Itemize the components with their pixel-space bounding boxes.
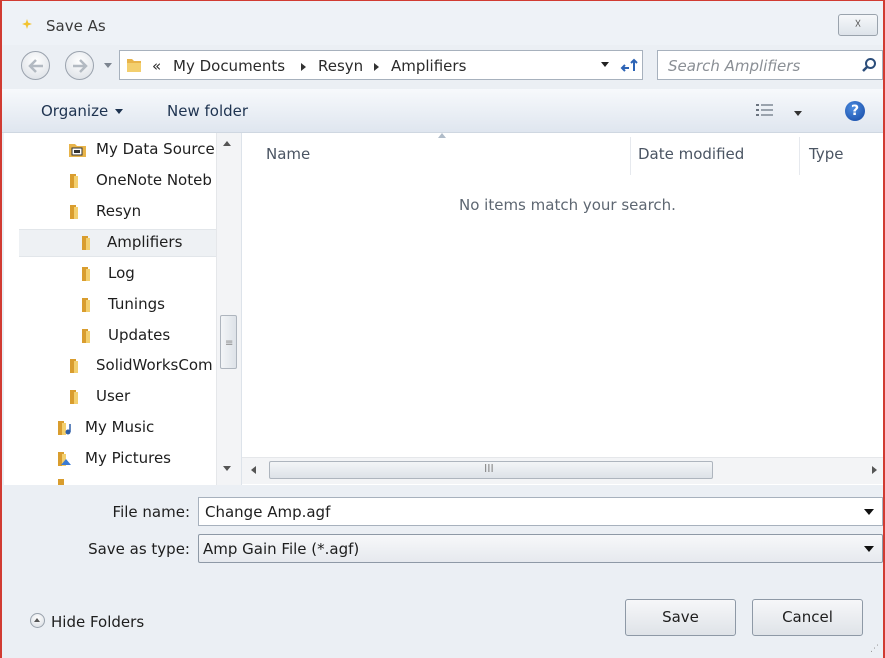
command-toolbar: Organize New folder ? <box>2 89 883 133</box>
views-icon[interactable] <box>756 103 774 117</box>
app-star-icon <box>22 19 32 29</box>
tree-item-label: Amplifiers <box>107 233 183 251</box>
hide-folders-label: Hide Folders <box>51 613 145 631</box>
folder-icon <box>58 479 64 485</box>
folder-icon <box>82 267 90 281</box>
tree-item-label: OneNote Noteb <box>96 171 212 189</box>
sort-indicator-icon <box>438 133 446 138</box>
chevron-down-icon[interactable] <box>864 509 874 515</box>
file-name-value[interactable]: Change Amp.agf <box>205 503 330 521</box>
scroll-up-icon[interactable] <box>223 141 231 146</box>
back-button[interactable] <box>21 51 50 80</box>
save-as-type-select[interactable]: Amp Gain File (*.agf) <box>198 534 883 563</box>
breadcrumb-resyn[interactable]: Resyn <box>318 57 363 75</box>
tree-item-user[interactable]: User <box>68 384 228 410</box>
file-list: Name Date modified Type No items match y… <box>242 133 883 485</box>
cancel-button[interactable]: Cancel <box>752 599 863 636</box>
back-arrow-icon <box>28 59 43 73</box>
breadcrumb-separator[interactable] <box>374 63 379 71</box>
search-input[interactable]: Search Amplifiers <box>668 57 800 75</box>
chevron-down-icon[interactable] <box>864 546 874 552</box>
tree-item-label: Updates <box>108 326 171 344</box>
file-name-label: File name: <box>112 503 190 521</box>
resize-grip-icon[interactable]: ⋰ <box>870 644 879 654</box>
tree-item-updates[interactable]: Updates <box>80 323 220 349</box>
tree-item-label: SolidWorksCom <box>96 356 213 374</box>
organize-label: Organize <box>41 102 109 120</box>
breadcrumb-separator[interactable] <box>301 63 306 71</box>
scroll-down-icon[interactable] <box>223 466 231 471</box>
tree-item-my-pictures[interactable]: My Pictures <box>56 446 216 472</box>
tree-item-label: Resyn <box>96 202 142 220</box>
new-folder-button[interactable]: New folder <box>167 102 248 120</box>
forward-arrow-icon <box>73 59 88 73</box>
folder-icon <box>82 236 90 250</box>
help-icon[interactable]: ? <box>845 101 865 121</box>
breadcrumb-amplifiers[interactable]: Amplifiers <box>391 57 466 75</box>
folder-icon <box>70 359 78 373</box>
tree-item-my-music[interactable]: My Music <box>56 415 216 441</box>
save-button[interactable]: Save <box>625 599 736 636</box>
save-as-dialog: Save As ☓ « My Documents Resyn Amplifier… <box>0 0 885 658</box>
file-name-input[interactable]: Change Amp.agf <box>198 497 883 526</box>
breadcrumb-my-documents[interactable]: My Documents <box>173 57 285 75</box>
folder-tree: My Data Source OneNote Noteb Resyn Ampli… <box>4 133 242 485</box>
folder-icon <box>70 174 78 188</box>
address-dropdown[interactable] <box>601 62 609 67</box>
recent-pages-dropdown[interactable] <box>104 63 112 68</box>
tree-item-tunings[interactable]: Tunings <box>80 292 220 318</box>
tree-item-onenote[interactable]: OneNote Noteb <box>68 168 228 194</box>
collapse-icon <box>30 613 45 628</box>
tree-item-label: My Music <box>85 418 155 436</box>
scroll-left-icon[interactable] <box>251 466 256 474</box>
folder-icon <box>70 205 78 219</box>
save-as-type-label: Save as type: <box>88 540 190 558</box>
scrollbar-thumb[interactable]: III <box>269 461 713 479</box>
pictures-folder-icon <box>58 452 71 466</box>
folder-icon <box>70 390 78 404</box>
window-title: Save As <box>46 17 106 35</box>
search-icon[interactable] <box>861 57 877 73</box>
folder-icon <box>127 59 141 72</box>
tree-item-label: Tunings <box>108 295 165 313</box>
column-header-type[interactable]: Type <box>809 145 843 163</box>
file-list-scrollbar[interactable]: III <box>242 457 883 484</box>
search-box[interactable]: Search Amplifiers <box>657 50 883 80</box>
address-overflow[interactable]: « <box>152 57 161 75</box>
chevron-down-icon <box>115 109 124 114</box>
tree-item-label: My Pictures <box>85 449 171 467</box>
column-header-name[interactable]: Name <box>266 145 310 163</box>
tree-item-label: Log <box>108 264 135 282</box>
data-source-folder-icon <box>69 144 86 157</box>
tree-item-label: My Data Source <box>96 140 215 158</box>
forward-button[interactable] <box>65 51 94 80</box>
title-bar: Save As ☓ <box>2 1 883 45</box>
folder-tree-scrollbar[interactable]: ≡ <box>216 133 241 485</box>
scroll-right-icon[interactable] <box>872 466 877 474</box>
folder-icon <box>82 329 90 343</box>
tree-item-my-data-source[interactable]: My Data Source <box>68 137 228 163</box>
save-as-type-value: Amp Gain File (*.agf) <box>203 540 360 558</box>
tree-item-amplifiers[interactable]: Amplifiers <box>19 229 216 257</box>
close-button[interactable]: ☓ <box>838 14 878 36</box>
column-divider[interactable] <box>630 137 631 175</box>
organize-menu[interactable]: Organize <box>41 102 124 120</box>
tree-item-resyn[interactable]: Resyn <box>68 199 228 225</box>
scrollbar-thumb[interactable]: ≡ <box>220 315 237 369</box>
address-bar[interactable]: « My Documents Resyn Amplifiers <box>119 50 643 80</box>
hide-folders-button[interactable]: Hide Folders <box>30 613 144 631</box>
views-dropdown[interactable] <box>794 111 802 116</box>
music-folder-icon <box>58 421 71 435</box>
folder-icon <box>82 298 90 312</box>
tree-item-label: User <box>96 387 131 405</box>
column-divider[interactable] <box>799 137 800 175</box>
tree-item-solidworkscom[interactable]: SolidWorksCom <box>68 353 228 379</box>
column-header-date-modified[interactable]: Date modified <box>638 145 744 163</box>
refresh-icon[interactable] <box>620 56 640 74</box>
tree-item-log[interactable]: Log <box>80 261 220 287</box>
empty-message: No items match your search. <box>459 196 676 214</box>
